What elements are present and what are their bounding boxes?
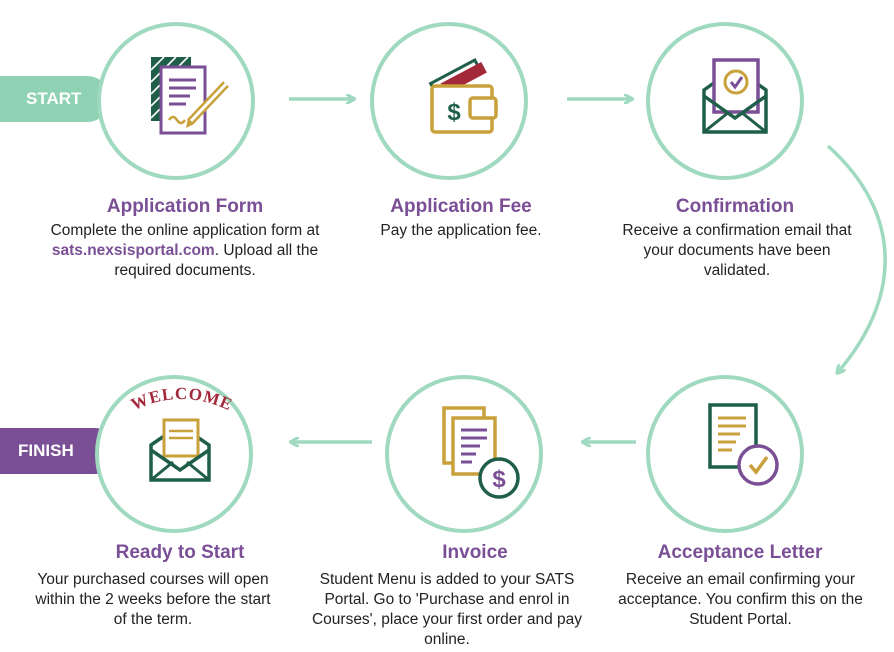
step-title-application-fee: Application Fee xyxy=(390,196,532,217)
step-title-acceptance-letter: Acceptance Letter xyxy=(657,542,823,563)
envelope-check-icon xyxy=(702,58,768,134)
invoice-dollar-icon: $ xyxy=(442,406,520,499)
step-desc-application-form: Complete the online application form at … xyxy=(30,221,340,281)
welcome-banner-text: WELCOME xyxy=(128,384,236,414)
step-desc-invoice: Student Menu is added to your SATS Porta… xyxy=(311,571,583,648)
step-title-ready-to-start: Ready to Start xyxy=(115,542,245,563)
welcome-envelope-icon: WELCOME xyxy=(128,384,236,482)
step-desc-acceptance-letter: Receive an email confirming your accepta… xyxy=(618,571,863,628)
portal-link[interactable]: sats.nexsisportal.com xyxy=(52,242,215,259)
step-desc-text: Complete the online application form at xyxy=(50,222,320,239)
step-desc-ready-to-start: Your purchased courses will open within … xyxy=(35,571,271,628)
step-title-invoice: Invoice xyxy=(442,542,508,563)
svg-text:$: $ xyxy=(447,99,461,126)
svg-text:$: $ xyxy=(492,466,506,493)
application-form-icon xyxy=(150,56,229,135)
letter-check-icon xyxy=(708,403,779,486)
step-desc-confirmation: Receive a confirmation email that your d… xyxy=(622,222,852,279)
step-desc-application-fee: Pay the application fee. xyxy=(380,222,542,239)
step-title-confirmation: Confirmation xyxy=(675,196,795,217)
step-title-application-form: Application Form xyxy=(106,196,264,217)
wallet-dollar-icon: $ xyxy=(428,58,498,134)
